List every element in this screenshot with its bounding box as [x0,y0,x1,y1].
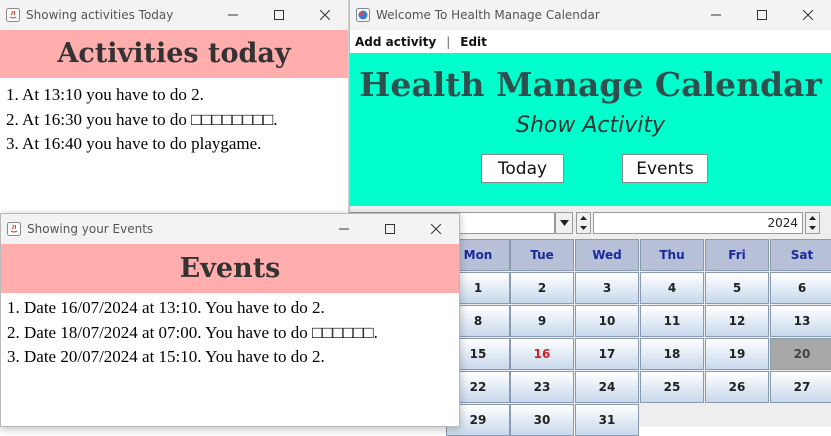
calendar-day-header: Fri [705,239,769,271]
maximize-button[interactable] [367,214,413,244]
java-app-icon [7,222,21,236]
close-button[interactable] [785,0,831,30]
activities-list: 1. At 13:10 you have to do 2. 2. At 16:3… [6,83,278,157]
calendar-day-cell[interactable]: 20 [770,338,831,370]
month-dropdown-button[interactable] [555,212,573,234]
list-item: 1. Date 16/07/2024 at 13:10. You have to… [7,298,325,317]
calendar-day-header: Thu [640,239,704,271]
calendar-day-cell[interactable]: 27 [770,371,831,403]
minimize-button[interactable] [210,0,256,30]
calendar-day-header: Tue [510,239,574,271]
calendar-day-cell[interactable]: 19 [705,338,769,370]
calendar-day-cell[interactable]: 11 [640,305,704,337]
activities-heading: Activities today [0,30,348,78]
chevron-down-icon [559,220,569,226]
calendar-day-cell[interactable]: 5 [705,272,769,304]
maximize-icon [757,10,767,20]
calendar-day-cell[interactable]: 3 [575,272,639,304]
calendar-day-cell[interactable]: 23 [510,371,574,403]
minimize-button[interactable] [321,214,367,244]
calendar-day-cell[interactable]: 30 [510,404,574,436]
minimize-icon [711,14,721,16]
close-icon [320,10,330,20]
close-icon [431,224,441,234]
events-button[interactable]: Events [622,154,708,183]
spin-down-icon [809,226,816,230]
close-button[interactable] [302,0,348,30]
app-globe-icon [356,8,370,22]
main-titlebar[interactable]: Welcome To Health Manage Calendar [350,0,831,30]
month-spinner[interactable] [576,212,591,234]
events-list: 1. Date 16/07/2024 at 13:10. You have to… [7,296,378,370]
list-item: 3. At 16:40 you have to do playgame. [6,134,262,153]
today-button[interactable]: Today [481,154,564,183]
maximize-icon [385,224,395,234]
page-subtitle: Show Activity [515,113,665,138]
list-item: 2. At 16:30 you have to do □□□□□□□□. [6,109,278,129]
maximize-button[interactable] [256,0,302,30]
close-icon [803,10,813,20]
calendar-day-cell[interactable]: 17 [575,338,639,370]
list-item: 1. At 13:10 you have to do 2. [6,85,204,104]
menu-add-activity[interactable]: Add activity [355,35,436,49]
close-button[interactable] [413,214,459,244]
calendar-day-cell[interactable]: 26 [705,371,769,403]
maximize-button[interactable] [739,0,785,30]
calendar-day-header: Wed [575,239,639,271]
spin-down-icon [580,226,587,230]
java-app-icon [6,8,20,22]
calendar-day-cell[interactable]: 25 [640,371,704,403]
page-title: Health Manage Calendar [359,65,822,104]
calendar-day-cell[interactable]: 31 [575,404,639,436]
minimize-button[interactable] [693,0,739,30]
events-heading: Events [1,244,459,293]
year-field[interactable]: 2024 [593,212,803,234]
spin-up-icon [809,216,816,220]
calendar-day-cell[interactable]: 10 [575,305,639,337]
list-item: 2. Date 18/07/2024 at 07:00. You have to… [7,322,378,342]
calendar-day-header: Sat [770,239,831,271]
main-window-title: Welcome To Health Manage Calendar [376,8,600,22]
menu-bar: Add activity | Edit [350,30,831,53]
calendar-day-cell[interactable]: 6 [770,272,831,304]
activities-window: Showing activities Today Activities toda… [0,0,349,215]
calendar-day-cell[interactable]: 2 [510,272,574,304]
activities-window-title: Showing activities Today [26,8,174,22]
calendar-day-cell[interactable]: 24 [575,371,639,403]
activities-titlebar[interactable]: Showing activities Today [0,0,348,30]
events-titlebar[interactable]: Showing your Events [1,214,459,244]
maximize-icon [274,10,284,20]
calendar-day-cell[interactable]: 12 [705,305,769,337]
header-panel: Health Manage Calendar Show Activity Tod… [350,53,831,206]
calendar-day-cell[interactable]: 4 [640,272,704,304]
calendar-day-cell[interactable]: 9 [510,305,574,337]
menu-edit[interactable]: Edit [460,35,487,49]
minimize-icon [339,228,349,230]
spin-up-icon [580,216,587,220]
menu-separator: | [446,34,451,49]
calendar-day-cell[interactable]: 16 [510,338,574,370]
calendar-day-cell[interactable]: 13 [770,305,831,337]
list-item: 3. Date 20/07/2024 at 15:10. You have to… [7,347,325,366]
events-window: Showing your Events Events 1. Date 16/07… [0,213,460,427]
events-window-title: Showing your Events [27,222,154,236]
calendar-day-cell[interactable]: 18 [640,338,704,370]
minimize-icon [228,14,238,16]
year-spinner[interactable] [805,212,820,234]
